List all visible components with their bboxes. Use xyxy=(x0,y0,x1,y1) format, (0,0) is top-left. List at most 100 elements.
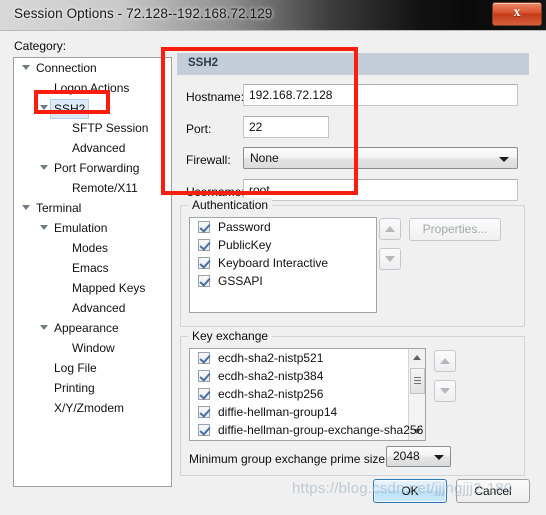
list-item-label: Password xyxy=(218,220,271,234)
session-options-dialog: Session Options - 72.128--192.168.72.129… xyxy=(0,0,546,515)
kex-move-down-button[interactable] xyxy=(434,380,456,402)
checkbox-checked-icon[interactable] xyxy=(198,221,210,233)
list-item[interactable]: Keyboard Interactive xyxy=(190,254,376,272)
panel-header-title: SSH2 xyxy=(188,57,219,69)
arrow-down-icon xyxy=(440,388,450,394)
tree-item-emulation[interactable]: Emulation xyxy=(14,218,171,238)
checkbox-checked-icon[interactable] xyxy=(198,370,210,382)
port-input[interactable] xyxy=(243,116,329,138)
tree-item-ssh2[interactable]: SSH2 xyxy=(14,98,171,119)
tree-item-remote-x11[interactable]: Remote/X11 xyxy=(14,178,171,198)
prime-size-selected-value: 2048 xyxy=(393,449,420,463)
tree-item-port-forwarding[interactable]: Port Forwarding xyxy=(14,158,171,178)
checkbox-checked-icon[interactable] xyxy=(198,257,210,269)
title-bar[interactable]: Session Options - 72.128--192.168.72.129… xyxy=(0,0,546,30)
checkbox-checked-icon[interactable] xyxy=(198,239,210,251)
category-label: Category: xyxy=(14,39,67,53)
list-item-label: ecdh-sha2-nistp256 xyxy=(218,387,324,401)
port-label: Port: xyxy=(186,122,212,136)
tree-item-label: Emulation xyxy=(54,221,108,235)
tree-item-label: Emacs xyxy=(72,261,109,275)
tree-item-label: Connection xyxy=(36,61,97,75)
arrow-up-icon xyxy=(385,226,395,232)
tree-item-sftp-session[interactable]: SFTP Session xyxy=(14,118,171,138)
authentication-group-title: Authentication xyxy=(188,198,273,212)
list-item-label: diffie-hellman-group14 xyxy=(218,405,338,419)
chevron-down-icon xyxy=(434,455,444,460)
checkbox-checked-icon[interactable] xyxy=(198,352,210,364)
tree-item-label: X/Y/Zmodem xyxy=(54,401,125,415)
tree-item-advanced[interactable]: Advanced xyxy=(14,298,171,318)
tree-expander-icon[interactable] xyxy=(40,165,48,174)
tree-item-appearance[interactable]: Appearance xyxy=(14,318,171,338)
arrow-up-icon xyxy=(440,358,450,364)
username-input[interactable] xyxy=(243,179,518,201)
tree-item-label: Appearance xyxy=(54,321,119,335)
firewall-select[interactable]: None xyxy=(243,147,518,169)
tree-expander-icon[interactable] xyxy=(40,225,48,234)
list-item[interactable]: Password xyxy=(190,218,376,236)
tree-item-mapped-keys[interactable]: Mapped Keys xyxy=(14,278,171,298)
list-item[interactable]: GSSAPI xyxy=(190,272,376,290)
firewall-selected-value: None xyxy=(250,151,279,165)
tree-item-label: Advanced xyxy=(72,301,126,315)
tree-item-terminal[interactable]: Terminal xyxy=(14,198,171,218)
auth-move-up-button[interactable] xyxy=(379,218,401,240)
hostname-input[interactable] xyxy=(243,84,518,106)
prime-size-label: Minimum group exchange prime size: xyxy=(189,452,389,466)
tree-item-printing[interactable]: Printing xyxy=(14,378,171,398)
list-item[interactable]: ecdh-sha2-nistp521 xyxy=(190,349,425,367)
tree-item-connection[interactable]: Connection xyxy=(14,58,171,78)
close-icon: x xyxy=(513,5,521,20)
checkbox-checked-icon[interactable] xyxy=(198,406,210,418)
tree-expander-icon[interactable] xyxy=(22,205,30,214)
tree-expander-icon[interactable] xyxy=(40,105,48,114)
tree-item-logon-actions[interactable]: Logon Actions xyxy=(14,78,171,98)
tree-item-label: Window xyxy=(72,341,115,355)
category-tree[interactable]: Connection Logon Actions SSH2 SFTP Session A… xyxy=(13,57,172,487)
checkbox-checked-icon[interactable] xyxy=(198,424,210,436)
kex-move-up-button[interactable] xyxy=(434,350,456,372)
list-item[interactable]: ecdh-sha2-nistp384 xyxy=(190,367,425,385)
hostname-label: Hostname: xyxy=(186,90,245,104)
list-item-label: diffie-hellman-group-exchange-sha256 xyxy=(218,423,424,437)
key-exchange-list[interactable]: ecdh-sha2-nistp521 ecdh-sha2-nistp384 ecdh… xyxy=(189,348,426,441)
list-item-label: GSSAPI xyxy=(218,274,263,288)
tree-item-emacs[interactable]: Emacs xyxy=(14,258,171,278)
list-item-label: ecdh-sha2-nistp384 xyxy=(218,369,324,383)
tree-item-modes[interactable]: Modes xyxy=(14,238,171,258)
prime-size-select[interactable]: 2048 xyxy=(386,446,451,467)
tree-item-label: Printing xyxy=(54,381,95,395)
list-item[interactable]: diffie-hellman-group14 xyxy=(190,403,425,421)
tree-item-label: SSH2 xyxy=(50,99,90,119)
tree-item-label: SFTP Session xyxy=(72,121,149,135)
tree-item-log-file[interactable]: Log File xyxy=(14,358,171,378)
list-item[interactable]: diffie-hellman-group-exchange-sha256 xyxy=(190,421,425,439)
ok-button[interactable]: OK xyxy=(373,479,447,503)
tree-expander-icon[interactable] xyxy=(40,325,48,334)
auth-move-down-button[interactable] xyxy=(379,248,401,270)
tree-item-label: Modes xyxy=(72,241,109,255)
tree-item-label: Advanced xyxy=(72,141,126,155)
tree-item-x-y-zmodem[interactable]: X/Y/Zmodem xyxy=(14,398,171,418)
tree-item-label: Port Forwarding xyxy=(54,161,140,175)
tree-item-label: Terminal xyxy=(36,201,82,215)
window-title: Session Options - 72.128--192.168.72.129 xyxy=(14,6,273,21)
list-item-label: ecdh-sha2-nistp521 xyxy=(218,351,324,365)
authentication-list[interactable]: Password PublicKey Keyboard Interactive GSS… xyxy=(189,217,377,313)
tree-item-label: Mapped Keys xyxy=(72,281,146,295)
cancel-button[interactable]: Cancel xyxy=(456,479,530,503)
tree-expander-icon[interactable] xyxy=(22,65,30,74)
username-label: Username: xyxy=(186,185,245,199)
list-item[interactable]: ecdh-sha2-nistp256 xyxy=(190,385,425,403)
checkbox-checked-icon[interactable] xyxy=(198,275,210,287)
list-item-label: Keyboard Interactive xyxy=(218,256,329,270)
tree-item-advanced[interactable]: Advanced xyxy=(14,138,171,158)
properties-button[interactable]: Properties... xyxy=(409,218,501,241)
tree-item-window[interactable]: Window xyxy=(14,338,171,358)
tree-item-label: Remote/X11 xyxy=(72,181,138,195)
checkbox-checked-icon[interactable] xyxy=(198,388,210,400)
close-button[interactable]: x xyxy=(492,2,542,26)
firewall-label: Firewall: xyxy=(186,153,231,167)
list-item[interactable]: PublicKey xyxy=(190,236,376,254)
